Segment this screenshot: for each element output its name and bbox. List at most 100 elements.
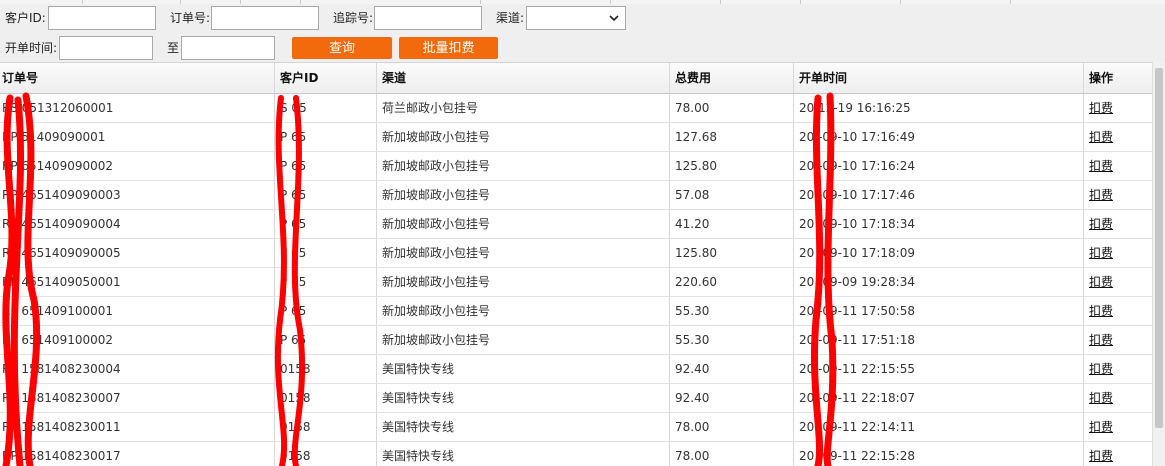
channel-cell: 新加坡邮政小包挂号 xyxy=(377,210,670,238)
charge-link[interactable]: 扣费 xyxy=(1089,449,1113,463)
action-cell: 扣费 xyxy=(1084,442,1152,466)
channel-cell: 荷兰邮政小包挂号 xyxy=(377,94,670,122)
customer-id-input[interactable] xyxy=(48,6,156,30)
open-time-cell: 20 -09-10 17:18:34 xyxy=(794,210,1084,238)
table-row[interactable]: RP 4651409050001 P 65 新加坡邮政小包挂号 220.60 20 -0… xyxy=(0,268,1152,297)
table-row[interactable]: RP 1581408230011 0158 美国特快专线 78.00 20 -09-1… xyxy=(0,413,1152,442)
table-row[interactable]: RP 651409100002 P 65 新加坡邮政小包挂号 55.30 20 -09-… xyxy=(0,326,1152,355)
customer-id-cell: P 65 xyxy=(275,210,377,238)
table-row[interactable]: RS 051312060001 S 05 荷兰邮政小包挂号 78.00 20 12-19… xyxy=(0,94,1152,123)
order-no-cell: RP 1581408230007 xyxy=(0,384,275,412)
total-cell: 55.30 xyxy=(670,297,794,325)
charge-link[interactable]: 扣费 xyxy=(1089,391,1113,405)
table-row[interactable]: RP 651409090002 P 65 新加坡邮政小包挂号 125.80 20 -09… xyxy=(0,152,1152,181)
charge-link[interactable]: 扣费 xyxy=(1089,333,1113,347)
batch-charge-button[interactable]: 批量扣费 xyxy=(399,37,498,59)
charge-link[interactable]: 扣费 xyxy=(1089,304,1113,318)
table-row[interactable]: RP 1581408230004 0158 美国特快专线 92.40 20 -09-1… xyxy=(0,355,1152,384)
total-cell: 78.00 xyxy=(670,442,794,466)
order-no-label: 订单号: xyxy=(170,11,211,25)
column-header-order-no[interactable]: 订单号 xyxy=(0,63,275,93)
table-row[interactable]: RP 651409100001 P 65 新加坡邮政小包挂号 55.30 20 -09-… xyxy=(0,297,1152,326)
action-cell: 扣费 xyxy=(1084,297,1152,325)
table-row[interactable]: RP 4651409090005 P 65 新加坡邮政小包挂号 125.80 20 -0… xyxy=(0,239,1152,268)
charge-link[interactable]: 扣费 xyxy=(1089,362,1113,376)
channel-cell: 新加坡邮政小包挂号 xyxy=(377,297,670,325)
open-time-cell: 20 -09-11 17:51:18 xyxy=(794,326,1084,354)
customer-id-cell: 0158 xyxy=(275,355,377,383)
channel-cell: 新加坡邮政小包挂号 xyxy=(377,181,670,209)
channel-cell: 新加坡邮政小包挂号 xyxy=(377,123,670,151)
order-no-cell: RP 1581408230011 xyxy=(0,413,275,441)
channel-cell: 美国特快专线 xyxy=(377,442,670,466)
charge-link[interactable]: 扣费 xyxy=(1089,246,1113,260)
order-no-cell: RP 651409100001 xyxy=(0,297,275,325)
query-button[interactable]: 查询 xyxy=(292,37,392,59)
action-cell: 扣费 xyxy=(1084,413,1152,441)
total-cell: 78.00 xyxy=(670,94,794,122)
customer-id-cell: P 65 xyxy=(275,297,377,325)
scrollbar-thumb[interactable] xyxy=(1155,68,1163,428)
table-row[interactable]: RP 1581408230017 0158 美国特快专线 78.00 20 -09-1… xyxy=(0,442,1152,466)
open-time-to-input[interactable] xyxy=(181,36,275,60)
column-header-total[interactable]: 总费用 xyxy=(670,63,794,93)
open-time-cell: 20 -09-09 19:28:34 xyxy=(794,268,1084,296)
action-cell: 扣费 xyxy=(1084,384,1152,412)
order-no-cell: RP 4651409050001 xyxy=(0,268,275,296)
open-time-cell: 20 -09-11 22:15:28 xyxy=(794,442,1084,466)
order-no-input[interactable] xyxy=(211,6,319,30)
table-header: 订单号 客户ID 渠道 总费用 开单时间 操作 xyxy=(0,62,1152,94)
channel-cell: 新加坡邮政小包挂号 xyxy=(377,152,670,180)
charge-link[interactable]: 扣费 xyxy=(1089,159,1113,173)
scrollbar-header-cap xyxy=(1153,36,1165,62)
customer-id-cell: P 65 xyxy=(275,152,377,180)
charge-link[interactable]: 扣费 xyxy=(1089,420,1113,434)
customer-id-cell: P 65 xyxy=(275,326,377,354)
charge-link[interactable]: 扣费 xyxy=(1089,275,1113,289)
open-time-cell: 20 -09-11 22:14:11 xyxy=(794,413,1084,441)
open-time-cell: 20 -09-11 22:18:07 xyxy=(794,384,1084,412)
order-no-cell: RP 4651409090005 xyxy=(0,239,275,267)
channel-select[interactable] xyxy=(526,6,626,30)
order-no-cell: RP 51409090001 xyxy=(0,123,275,151)
column-header-channel[interactable]: 渠道 xyxy=(377,63,670,93)
open-time-from-input[interactable] xyxy=(59,36,153,60)
table-row[interactable]: RP 1581408230007 0158 美国特快专线 92.40 20 -09-1… xyxy=(0,384,1152,413)
chevron-down-icon xyxy=(609,15,619,22)
charge-link[interactable]: 扣费 xyxy=(1089,130,1113,144)
total-cell: 125.80 xyxy=(670,152,794,180)
customer-id-cell: P 65 xyxy=(275,181,377,209)
action-cell: 扣费 xyxy=(1084,355,1152,383)
vertical-scrollbar[interactable] xyxy=(1152,36,1165,466)
open-time-cell: 20 -09-10 17:16:49 xyxy=(794,123,1084,151)
table-row[interactable]: RP 4651409090003 P 65 新加坡邮政小包挂号 57.08 20 -09… xyxy=(0,181,1152,210)
customer-id-cell: P 65 xyxy=(275,239,377,267)
column-header-action[interactable]: 操作 xyxy=(1084,63,1152,93)
table-row[interactable]: RP 4651409090004 P 65 新加坡邮政小包挂号 41.20 20 -09… xyxy=(0,210,1152,239)
total-cell: 92.40 xyxy=(670,384,794,412)
column-header-customer-id[interactable]: 客户ID xyxy=(275,63,377,93)
charge-link[interactable]: 扣费 xyxy=(1089,101,1113,115)
order-no-cell: RP 4651409090003 xyxy=(0,181,275,209)
open-time-cell: 20 -09-11 22:15:55 xyxy=(794,355,1084,383)
action-cell: 扣费 xyxy=(1084,239,1152,267)
tracking-no-label: 追踪号: xyxy=(333,11,374,25)
customer-id-cell: 0158 xyxy=(275,384,377,412)
table-row[interactable]: RP 51409090001 P 65 新加坡邮政小包挂号 127.68 20 -09-… xyxy=(0,123,1152,152)
customer-id-cell: P 65 xyxy=(275,123,377,151)
customer-id-cell: S 05 xyxy=(275,94,377,122)
charge-link[interactable]: 扣费 xyxy=(1089,217,1113,231)
order-no-cell: RP 1581408230017 xyxy=(0,442,275,466)
open-time-cell: 20 12-19 16:16:25 xyxy=(794,94,1084,122)
tracking-no-input[interactable] xyxy=(374,6,482,30)
charge-link[interactable]: 扣费 xyxy=(1089,188,1113,202)
channel-cell: 新加坡邮政小包挂号 xyxy=(377,326,670,354)
channel-cell: 美国特快专线 xyxy=(377,384,670,412)
open-time-cell: 20 -09-10 17:18:09 xyxy=(794,239,1084,267)
total-cell: 41.20 xyxy=(670,210,794,238)
column-header-open-time[interactable]: 开单时间 xyxy=(794,63,1084,93)
total-cell: 92.40 xyxy=(670,355,794,383)
open-time-cell: 20 -09-10 17:16:24 xyxy=(794,152,1084,180)
order-no-cell: RP 4651409090004 xyxy=(0,210,275,238)
filter-panel: 客户ID: 订单号: 追踪号: 渠道: 开单时间: 至 查询 批量扣费 xyxy=(0,4,1165,62)
